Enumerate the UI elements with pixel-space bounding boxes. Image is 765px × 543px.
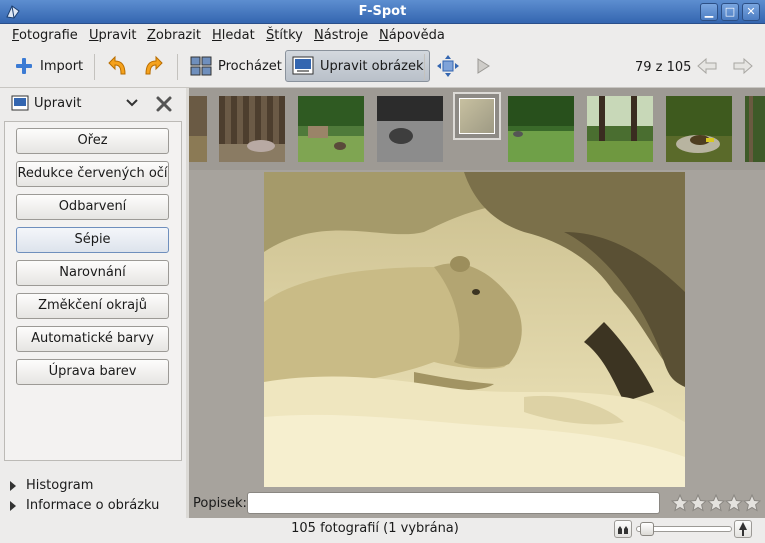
filmstrip-thumbnail[interactable] — [666, 96, 732, 162]
histogram-expander[interactable]: Histogram — [10, 478, 93, 493]
edit-tools-panel: Ořez Redukce červených očí Odbarvení Sép… — [4, 121, 182, 461]
sepia-button[interactable]: Sépie — [16, 227, 169, 253]
back-arrow-icon — [697, 57, 717, 75]
edit-image-icon — [11, 95, 29, 111]
close-sidebar-icon[interactable] — [155, 95, 173, 113]
rotate-left-button[interactable] — [101, 50, 137, 82]
menu-bar: Fotografie Upravit Zobrazit Hledat Štítk… — [0, 24, 765, 46]
menu-zobrazit[interactable]: Zobrazit — [147, 28, 201, 43]
close-icon: ✕ — [746, 5, 756, 18]
sidebar-mode-selector[interactable]: Upravit — [34, 96, 81, 111]
edit-image-icon — [292, 56, 314, 75]
minimize-icon: ▁ — [704, 5, 714, 18]
caption-label: Popisek: — [193, 496, 247, 511]
import-button[interactable]: Import — [8, 50, 89, 82]
maximize-button[interactable]: □ — [721, 3, 739, 21]
sidebar-header: Upravit — [0, 88, 186, 120]
rating-star-icon[interactable] — [671, 494, 689, 512]
minimize-button[interactable]: ▁ — [700, 3, 718, 21]
zoom-in-button[interactable] — [734, 520, 752, 538]
close-button[interactable]: ✕ — [742, 3, 760, 21]
toolbar-separator — [94, 54, 95, 80]
caption-row: Popisek: — [189, 490, 765, 516]
maximize-icon: □ — [724, 5, 736, 18]
rating-star-icon[interactable] — [725, 494, 743, 512]
expander-arrow-icon — [10, 500, 16, 511]
slideshow-button[interactable] — [468, 50, 498, 82]
toolbar-separator — [177, 54, 178, 80]
image-info-expander[interactable]: Informace o obrázku — [10, 498, 159, 513]
photo-counter: 79 z 105 — [635, 60, 692, 75]
edit-image-label: Upravit obrázek — [320, 58, 424, 74]
browse-icon — [190, 56, 212, 76]
desaturate-button[interactable]: Odbarvení — [16, 194, 169, 220]
image-info-label: Informace o obrázku — [26, 498, 160, 513]
filmstrip-thumbnail[interactable] — [219, 96, 285, 162]
zoom-out-button[interactable] — [614, 520, 632, 538]
crop-button[interactable]: Ořez — [16, 128, 169, 154]
menu-napoveda[interactable]: Nápověda — [379, 28, 445, 43]
browse-button[interactable]: Procházet — [184, 50, 288, 82]
filmstrip-thumbnail[interactable] — [745, 96, 765, 162]
rotate-right-icon — [145, 55, 163, 75]
filmstrip[interactable] — [189, 88, 765, 170]
caption-input[interactable] — [247, 492, 660, 514]
menu-hledat[interactable]: Hledat — [212, 28, 255, 43]
menu-fotografie[interactable]: Fotografie — [12, 28, 78, 43]
red-eye-reduction-button[interactable]: Redukce červených očí — [16, 161, 169, 187]
add-icon — [16, 58, 32, 74]
title-bar: F-Spot ▁ □ ✕ — [0, 0, 765, 24]
previous-photo-button[interactable] — [690, 50, 724, 82]
filmstrip-thumbnail[interactable] — [508, 96, 574, 162]
zoom-out-icon — [618, 526, 628, 534]
rating-star-icon[interactable] — [689, 494, 707, 512]
rating-star-icon[interactable] — [743, 494, 761, 512]
window-title: F-Spot — [358, 4, 407, 19]
forward-arrow-icon — [733, 57, 753, 75]
main-photo[interactable] — [264, 172, 685, 487]
rating-star-icon[interactable] — [707, 494, 725, 512]
straighten-button[interactable]: Narovnání — [16, 260, 169, 286]
chevron-down-icon[interactable] — [126, 98, 138, 108]
soft-focus-button[interactable]: Změkčení okrajů — [16, 293, 169, 319]
toolbar-separator — [424, 54, 425, 80]
import-label: Import — [40, 58, 84, 74]
filmstrip-thumbnail[interactable] — [377, 96, 443, 162]
zoom-slider-handle[interactable] — [640, 522, 654, 536]
menu-stitky[interactable]: Štítky — [266, 28, 303, 43]
fullscreen-icon — [437, 55, 459, 77]
next-photo-button[interactable] — [726, 50, 760, 82]
slideshow-icon — [477, 58, 490, 74]
browse-label: Procházet — [218, 58, 282, 74]
filmstrip-thumbnail[interactable] — [587, 96, 653, 162]
filmstrip-thumbnail-selected[interactable] — [453, 92, 501, 140]
filmstrip-thumbnail[interactable] — [189, 96, 207, 162]
menu-nastroje[interactable]: Nástroje — [314, 28, 368, 43]
rotate-right-button[interactable] — [134, 50, 170, 82]
menu-upravit[interactable]: Upravit — [89, 28, 136, 43]
image-view-area: Popisek: — [189, 88, 765, 518]
auto-color-button[interactable]: Automatické barvy — [16, 326, 169, 352]
edit-image-button[interactable]: Upravit obrázek — [285, 50, 431, 82]
adjust-colors-button[interactable]: Úprava barev — [16, 359, 169, 385]
sidebar: Upravit Ořez Redukce červených očí Odbar… — [0, 88, 186, 518]
expander-arrow-icon — [10, 480, 16, 491]
histogram-label: Histogram — [26, 478, 94, 493]
rotate-left-icon — [108, 55, 126, 75]
filmstrip-thumbnail[interactable] — [298, 96, 364, 162]
status-bar: 105 fotografií (1 vybrána) — [0, 518, 765, 543]
toolbar: Import Procházet Upravit obrázek 79 z 10… — [0, 46, 765, 88]
zoom-in-icon — [739, 522, 747, 536]
fullscreen-button[interactable] — [431, 50, 465, 82]
